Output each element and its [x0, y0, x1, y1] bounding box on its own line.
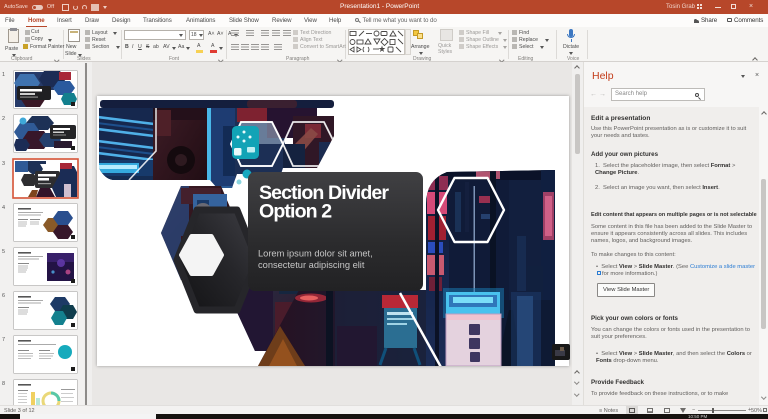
svg-text:Option 2: Option 2	[259, 201, 332, 223]
svg-text:consectetur adipiscing elit: consectetur adipiscing elit	[258, 260, 365, 270]
svg-text:Lorem ipsum dolor sit amet,: Lorem ipsum dolor sit amet,	[258, 249, 373, 259]
